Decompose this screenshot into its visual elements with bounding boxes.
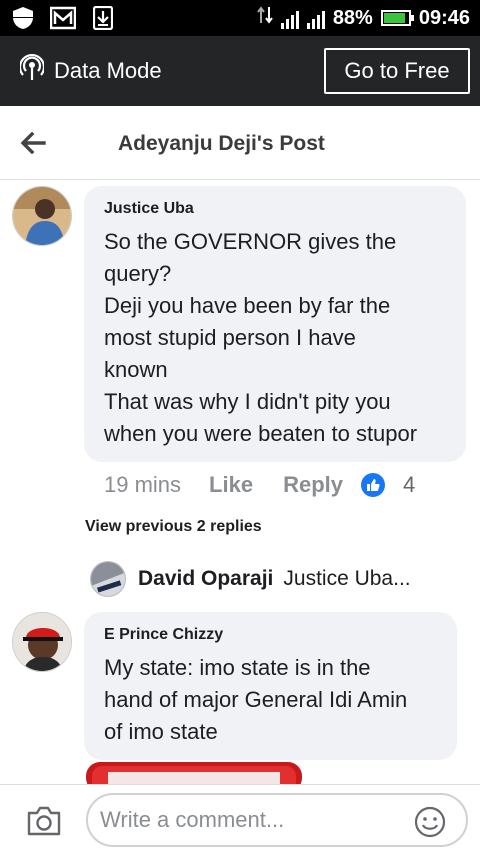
comment-line: query? (104, 261, 172, 286)
comment-text: So the GOVERNOR gives the query? Deji yo… (104, 226, 450, 450)
comment-line: My state: imo state is in the (104, 655, 371, 680)
status-bar: 88% 09:46 (0, 0, 480, 36)
comment-time: 19 mins (104, 472, 182, 497)
comment-bubble: Justice Uba So the GOVERNOR gives the qu… (84, 186, 466, 462)
back-arrow-icon[interactable] (20, 128, 50, 158)
emoji-icon[interactable] (414, 806, 446, 838)
battery-percent: 88% (332, 6, 373, 29)
comment-author[interactable]: Justice Uba (104, 200, 450, 218)
data-arrows-icon (257, 5, 273, 31)
download-icon (90, 5, 116, 31)
reply-text: Justice Uba... (283, 567, 411, 590)
data-mode-bar: Data Mode Go to Free (0, 36, 480, 106)
comment-meta: 19 mins Like Reply 4 (104, 470, 415, 500)
clock: 09:46 (418, 6, 470, 29)
avatar[interactable] (12, 612, 72, 672)
comment-bubble: E Prince Chizzy My state: imo state is i… (84, 612, 457, 760)
reply-author[interactable]: David Oparaji (138, 567, 273, 591)
signal-icon (306, 7, 325, 29)
thumbs-up-icon[interactable] (361, 473, 385, 497)
broadcast-icon (18, 53, 46, 88)
comment-author[interactable]: E Prince Chizzy (104, 626, 441, 644)
comment-line: most stupid person I have (104, 325, 356, 350)
view-previous-replies-link[interactable]: View previous 2 replies (85, 518, 262, 536)
camera-icon[interactable] (26, 805, 62, 837)
signal-icon (280, 7, 299, 29)
comment-line: Deji you have been by far the (104, 293, 391, 318)
go-to-free-button[interactable]: Go to Free (324, 48, 470, 94)
comment-text: My state: imo state is in the hand of ma… (104, 652, 441, 748)
comment-line: hand of major General Idi Amin (104, 687, 408, 712)
shield-icon (10, 5, 36, 31)
comment-line: when you were beaten to stupor (104, 421, 418, 446)
reply-preview[interactable]: David Oparaji Justice Uba... (90, 560, 460, 598)
like-button[interactable]: Like (209, 472, 253, 498)
data-mode-indicator[interactable]: Data Mode (18, 36, 162, 106)
avatar[interactable] (90, 561, 126, 597)
comment-input[interactable] (86, 793, 468, 847)
reply-button[interactable]: Reply (283, 472, 343, 498)
comment-line: That was why I didn't pity you (104, 389, 391, 414)
mail-icon (50, 5, 76, 31)
avatar[interactable] (12, 186, 72, 246)
comment-image-preview[interactable] (86, 762, 302, 786)
data-mode-label: Data Mode (54, 58, 162, 83)
post-header: Adeyanju Deji's Post (0, 106, 480, 180)
page-title: Adeyanju Deji's Post (118, 132, 325, 155)
comment-composer (0, 784, 480, 854)
comment-line: known (104, 357, 168, 382)
comment-line: So the GOVERNOR gives the (104, 229, 397, 254)
reaction-count[interactable]: 4 (403, 472, 415, 498)
battery-icon (380, 10, 414, 26)
comment-line: of imo state (104, 719, 218, 744)
